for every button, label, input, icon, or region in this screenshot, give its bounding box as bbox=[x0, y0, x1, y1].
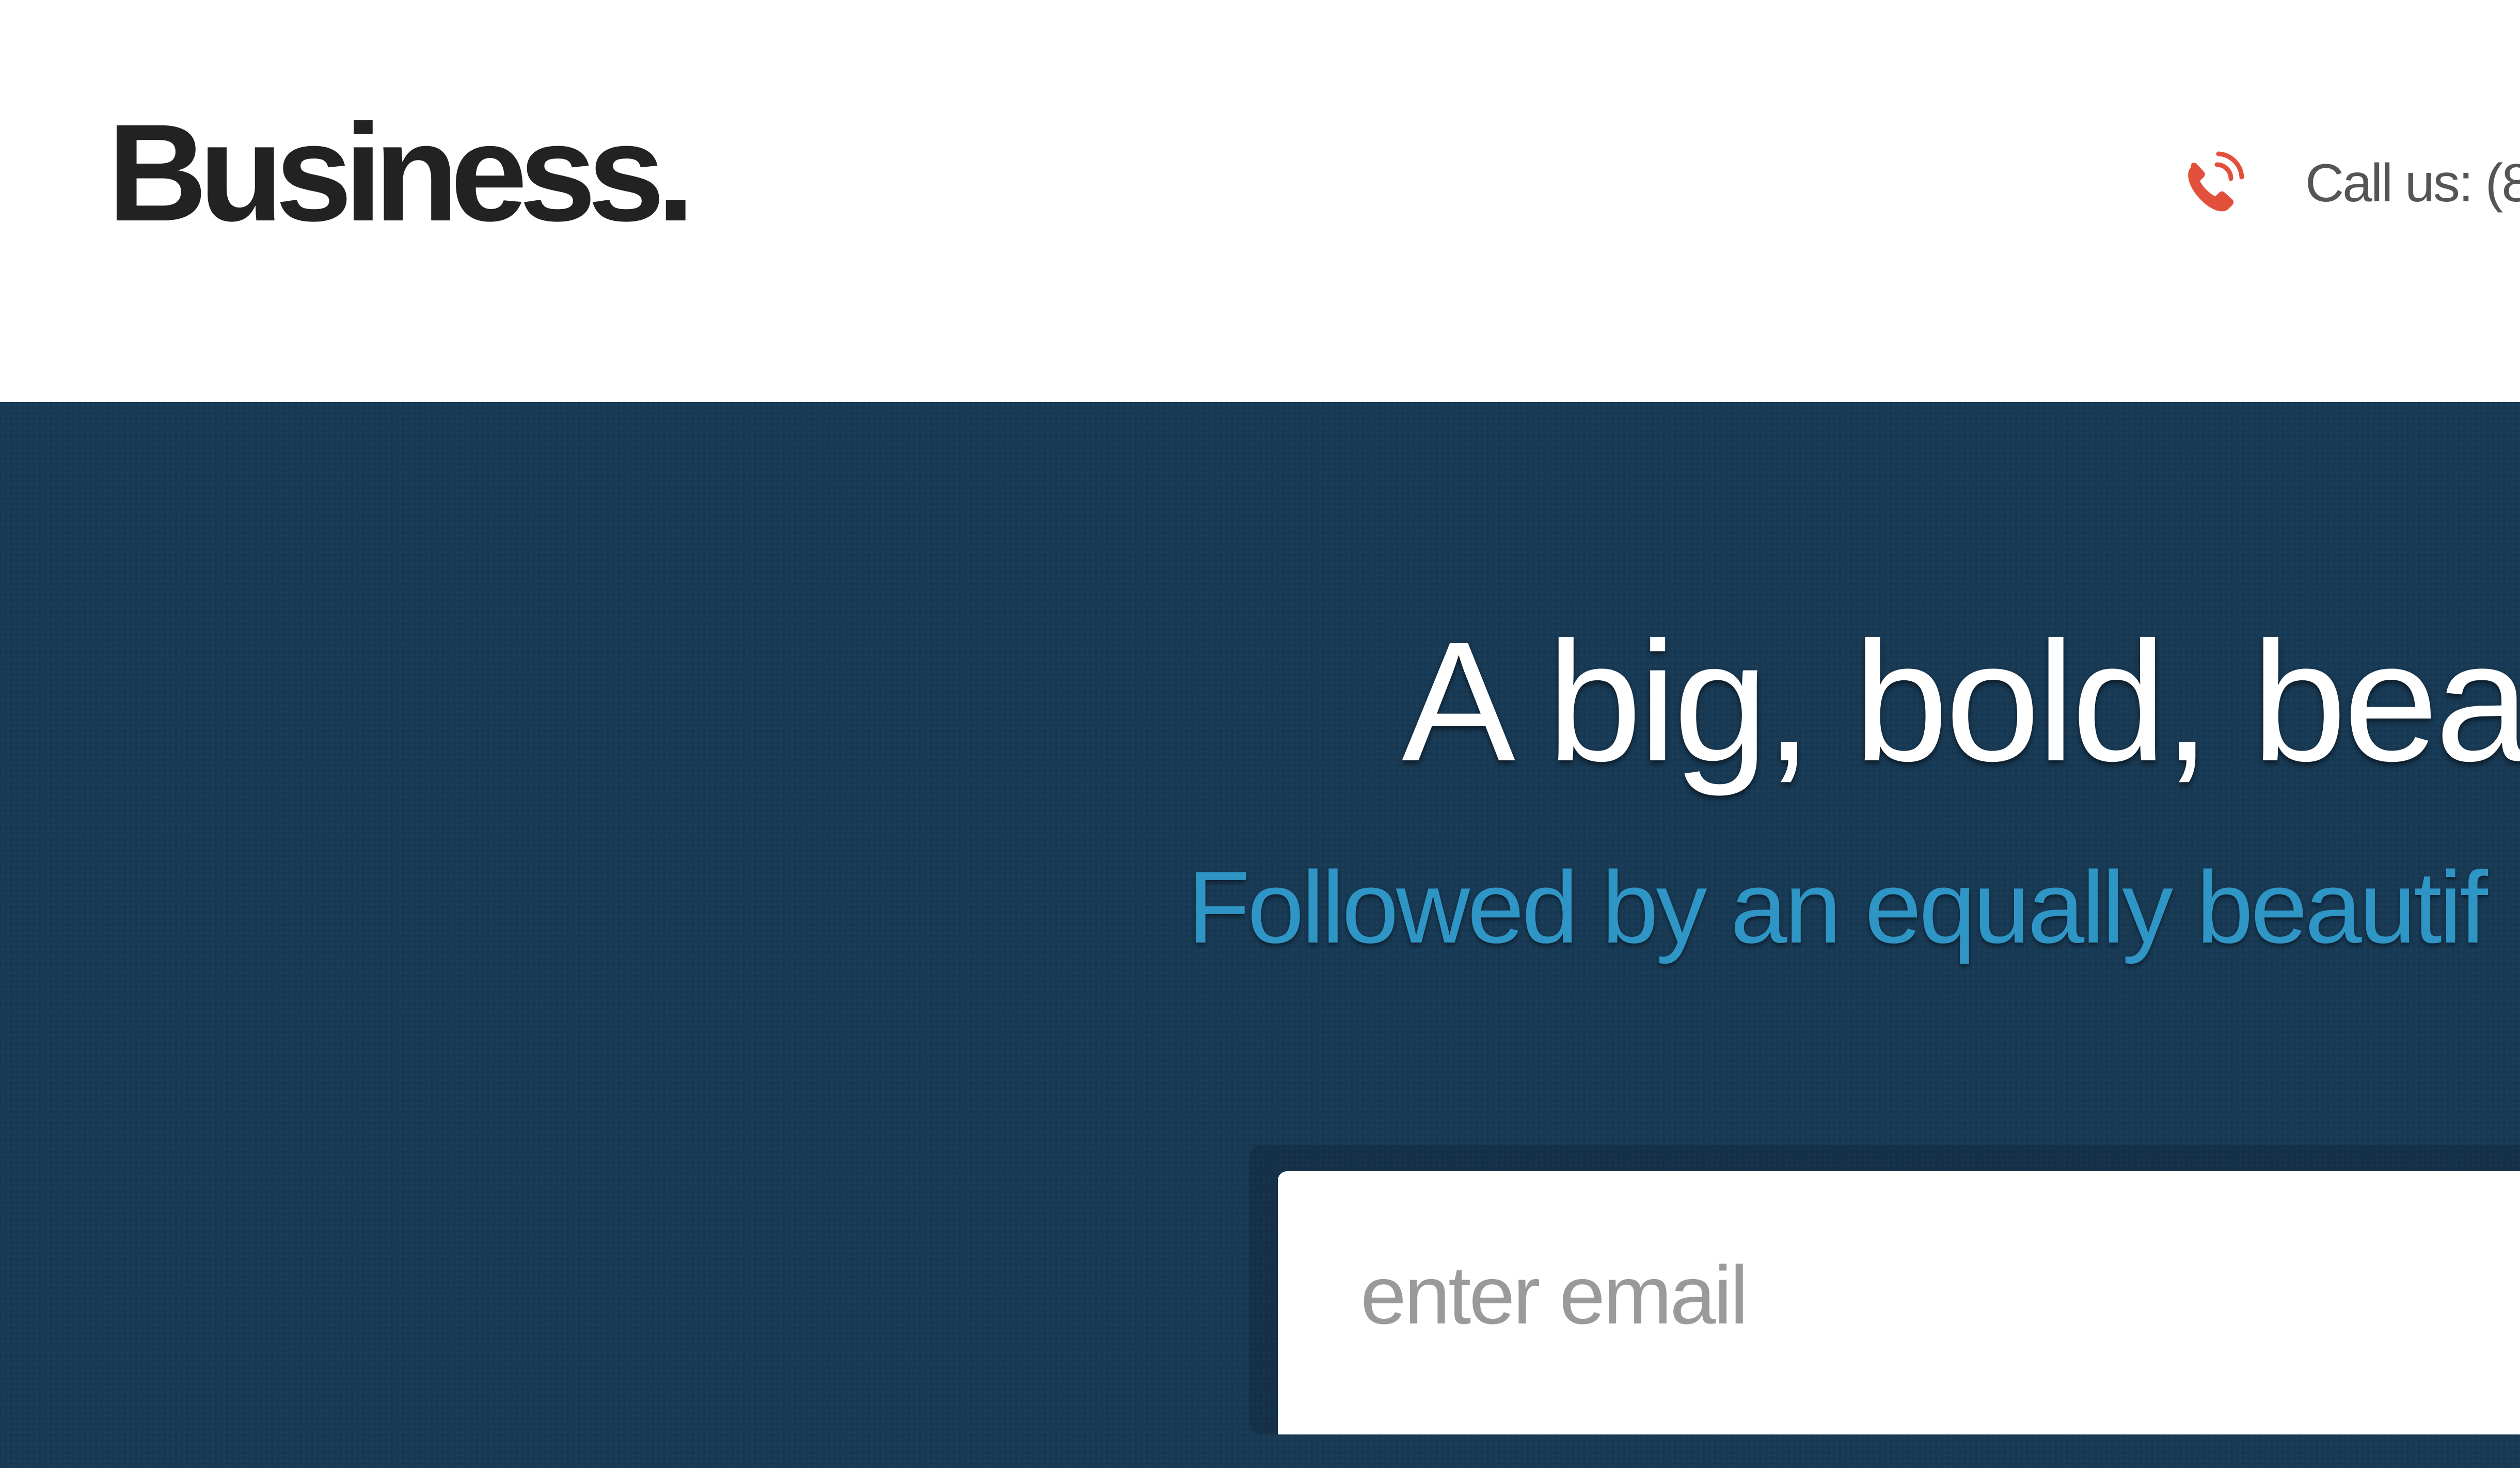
hero-section: A big, bold, beau Followed by an equally… bbox=[0, 402, 2520, 1468]
site-header: Business. Call us: (8 bbox=[0, 0, 2520, 402]
hero-subtitle: Followed by an equally beautif bbox=[1187, 850, 2488, 964]
site-logo[interactable]: Business. bbox=[107, 103, 695, 242]
header-contact: Call us: (8 bbox=[2174, 145, 2520, 222]
phone-ringing-icon bbox=[2174, 145, 2251, 222]
email-input[interactable] bbox=[1278, 1171, 2520, 1434]
signup-form bbox=[1249, 1145, 2520, 1434]
page: Business. Call us: (8 A big, bold, beau … bbox=[0, 0, 2520, 1468]
hero-title: A big, bold, beau bbox=[1402, 606, 2520, 796]
contact-phone-text: Call us: (8 bbox=[2305, 153, 2520, 213]
